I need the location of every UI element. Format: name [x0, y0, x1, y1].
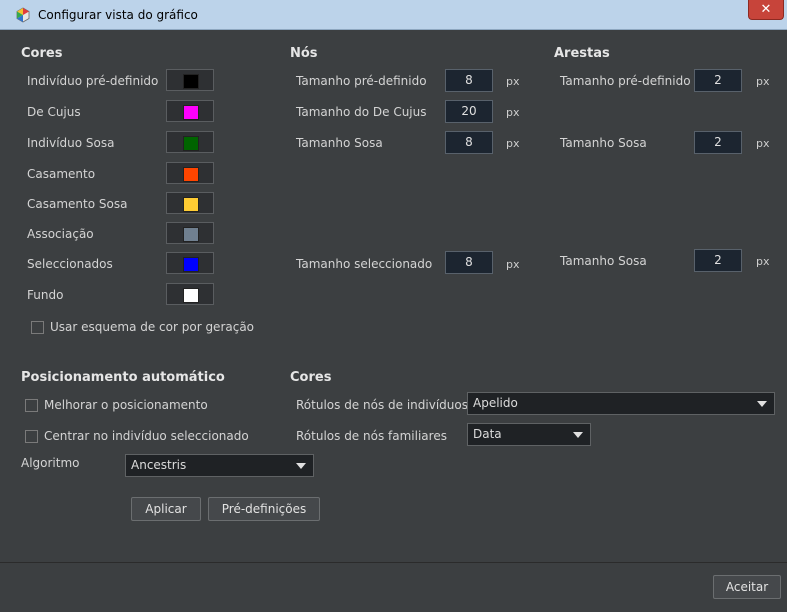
unit-label: px — [756, 255, 770, 268]
color-button-decujus[interactable] — [166, 100, 214, 122]
unit-label: px — [756, 137, 770, 150]
color-swatch — [183, 136, 199, 151]
edge-selected-sosa-size-label: Tamanho Sosa — [560, 254, 647, 268]
color-label-default-individual: Indivíduo pré-definido — [27, 74, 159, 88]
color-label-selected: Seleccionados — [27, 257, 113, 271]
dialog-footer: Aceitar — [0, 562, 787, 612]
checkbox-box[interactable] — [31, 320, 44, 334]
color-button-default-individual[interactable] — [166, 69, 214, 91]
title-bar: Configurar vista do gráfico ✕ — [0, 0, 787, 30]
node-selected-size-input[interactable]: 8 — [445, 251, 493, 274]
defaults-button[interactable]: Pré-definições — [208, 497, 320, 521]
node-default-size-label: Tamanho pré-definido — [296, 74, 427, 88]
color-swatch — [183, 74, 199, 89]
unit-label: px — [756, 75, 770, 88]
color-swatch — [183, 227, 199, 242]
color-button-sosa-marriage[interactable] — [166, 192, 214, 214]
algorithm-value: Ancestris — [131, 458, 187, 472]
individual-labels-label: Rótulos de nós de indivíduos — [296, 398, 468, 412]
family-labels-label: Rótulos de nós familiares — [296, 429, 447, 443]
family-labels-select[interactable]: Data — [467, 423, 591, 446]
color-label-background: Fundo — [27, 288, 64, 302]
edge-default-size-input[interactable]: 2 — [694, 69, 742, 92]
node-selected-size-label: Tamanho seleccionado — [296, 257, 433, 271]
window-title: Configurar vista do gráfico — [38, 8, 198, 22]
nodes-heading: Nós — [290, 46, 318, 61]
color-label-marriage: Casamento — [27, 167, 96, 181]
node-default-size-input[interactable]: 8 — [445, 69, 493, 92]
algorithm-select[interactable]: Ancestris — [125, 454, 314, 477]
color-button-background[interactable] — [166, 283, 214, 305]
accept-button[interactable]: Aceitar — [713, 575, 781, 599]
generation-color-scheme-label: Usar esquema de cor por geração — [50, 320, 255, 334]
color-swatch — [183, 288, 199, 303]
improve-layout-checkbox[interactable]: Melhorar o posicionamento — [25, 398, 208, 412]
close-button[interactable]: ✕ — [748, 0, 784, 20]
edge-sosa-size-input[interactable]: 2 — [694, 131, 742, 154]
unit-label: px — [506, 258, 520, 271]
individual-labels-select[interactable]: Apelido — [467, 392, 775, 415]
chevron-down-icon — [296, 463, 306, 469]
color-button-marriage[interactable] — [166, 162, 214, 184]
node-decujus-size-input[interactable]: 20 — [445, 100, 493, 123]
generation-color-scheme-checkbox[interactable]: Usar esquema de cor por geração — [31, 320, 254, 334]
close-icon: ✕ — [760, 2, 772, 17]
labels-heading: Cores — [290, 370, 332, 385]
autolayout-heading: Posicionamento automático — [21, 370, 225, 385]
chevron-down-icon — [757, 401, 767, 407]
center-selected-checkbox[interactable]: Centrar no indivíduo seleccionado — [25, 429, 249, 443]
color-button-sosa-individual[interactable] — [166, 131, 214, 153]
unit-label: px — [506, 137, 520, 150]
color-label-sosa-marriage: Casamento Sosa — [27, 197, 128, 211]
color-swatch — [183, 167, 199, 182]
color-label-association: Associação — [27, 227, 94, 241]
unit-label: px — [506, 106, 520, 119]
individual-labels-value: Apelido — [473, 396, 518, 410]
color-swatch — [183, 257, 199, 272]
checkbox-box[interactable] — [25, 429, 38, 443]
color-swatch — [183, 105, 199, 120]
apply-button[interactable]: Aplicar — [131, 497, 201, 521]
edge-selected-sosa-size-input[interactable]: 2 — [694, 249, 742, 272]
color-swatch — [183, 197, 199, 212]
color-button-association[interactable] — [166, 222, 214, 244]
node-sosa-size-label: Tamanho Sosa — [296, 136, 383, 150]
improve-layout-label: Melhorar o posicionamento — [44, 398, 208, 412]
edge-sosa-size-label: Tamanho Sosa — [560, 136, 647, 150]
color-button-selected[interactable] — [166, 252, 214, 274]
node-decujus-size-label: Tamanho do De Cujus — [296, 105, 427, 119]
node-sosa-size-input[interactable]: 8 — [445, 131, 493, 154]
chevron-down-icon — [573, 432, 583, 438]
dialog-content: Cores Indivíduo pré-definido De Cujus In… — [0, 30, 787, 561]
color-label-sosa-individual: Indivíduo Sosa — [27, 136, 115, 150]
center-selected-label: Centrar no indivíduo seleccionado — [44, 429, 249, 443]
edge-default-size-label: Tamanho pré-definido — [560, 74, 691, 88]
family-labels-value: Data — [473, 427, 502, 441]
unit-label: px — [506, 75, 520, 88]
colors-heading: Cores — [21, 46, 63, 61]
checkbox-box[interactable] — [25, 398, 38, 412]
algorithm-label: Algoritmo — [21, 456, 80, 470]
color-label-decujus: De Cujus — [27, 105, 81, 119]
edges-heading: Arestas — [554, 46, 610, 61]
app-icon — [16, 7, 30, 23]
